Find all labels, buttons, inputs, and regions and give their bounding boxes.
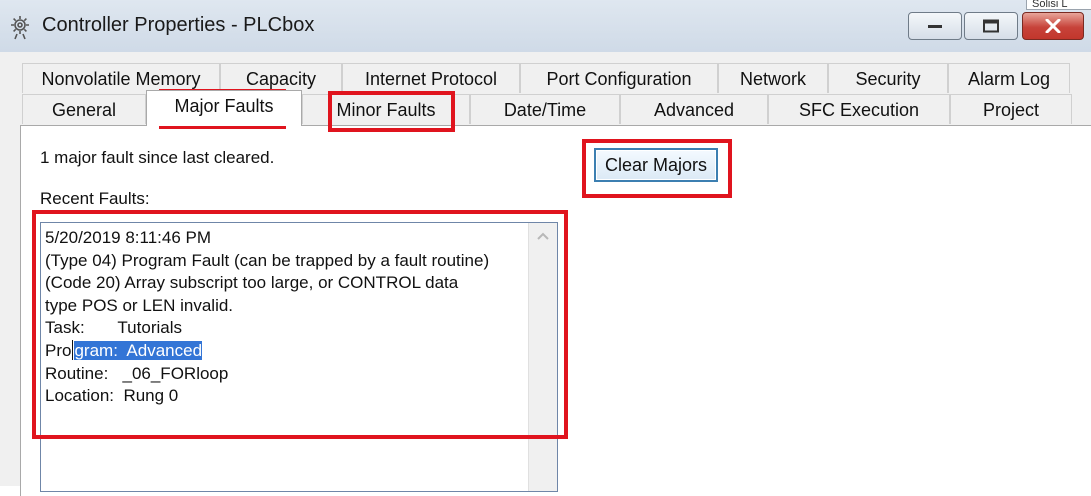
tab-alarm-log[interactable]: Alarm Log: [948, 63, 1070, 93]
window-title: Controller Properties - PLCbox: [42, 14, 315, 36]
close-button[interactable]: [1022, 12, 1084, 40]
maximize-icon: [983, 19, 999, 33]
fault-details-text[interactable]: 5/20/2019 8:11:46 PM (Type 04) Program F…: [45, 227, 533, 408]
minimize-button[interactable]: [908, 12, 962, 40]
fault-line: type POS or LEN invalid.: [45, 295, 234, 315]
background-window-label: Solisi L: [1026, 0, 1091, 10]
title-bar: Controller Properties - PLCbox Solisi L: [0, 0, 1091, 52]
scroll-up-arrow-icon[interactable]: [529, 223, 557, 251]
gear-icon: [11, 16, 29, 40]
tab-date-time[interactable]: Date/Time: [470, 94, 620, 124]
vertical-scrollbar[interactable]: [528, 223, 557, 491]
recent-faults-label: Recent Faults:: [40, 189, 150, 208]
fault-line: Task: Tutorials: [45, 318, 182, 338]
tab-sfc-execution[interactable]: SFC Execution: [768, 94, 950, 124]
fault-line: 5/20/2019 8:11:46 PM: [45, 228, 212, 247]
close-icon: [1045, 19, 1061, 33]
fault-line: (Code 20) Array subscript too large, or …: [45, 273, 459, 293]
recent-faults-textbox[interactable]: 5/20/2019 8:11:46 PM (Type 04) Program F…: [40, 222, 558, 492]
clear-majors-button[interactable]: Clear Majors: [594, 148, 718, 182]
minimize-icon: [928, 25, 942, 28]
tab-port-configuration[interactable]: Port Configuration: [520, 63, 718, 93]
selected-text: gram: Advanced: [74, 340, 203, 360]
fault-line: (Type 04) Program Fault (can be trapped …: [45, 250, 490, 270]
fault-line: Location: Rung 0: [45, 386, 179, 406]
tab-nonvolatile-memory[interactable]: Nonvolatile Memory: [22, 63, 220, 93]
tab-security[interactable]: Security: [828, 63, 948, 93]
tab-capacity[interactable]: Capacity: [220, 63, 342, 93]
tab-major-faults[interactable]: Major Faults: [146, 90, 302, 126]
tab-internet-protocol[interactable]: Internet Protocol: [342, 63, 520, 93]
tab-project[interactable]: Project: [950, 94, 1072, 124]
tab-minor-faults[interactable]: Minor Faults: [302, 94, 470, 124]
fault-count-label: 1 major fault since last cleared.: [40, 148, 275, 167]
tab-advanced[interactable]: Advanced: [620, 94, 768, 124]
program-label-prefix: Pro: [45, 340, 72, 360]
maximize-button[interactable]: [964, 12, 1018, 40]
tab-general[interactable]: General: [22, 94, 146, 124]
tab-network[interactable]: Network: [718, 63, 828, 93]
fault-line: Routine: _06_FORloop: [45, 363, 229, 383]
